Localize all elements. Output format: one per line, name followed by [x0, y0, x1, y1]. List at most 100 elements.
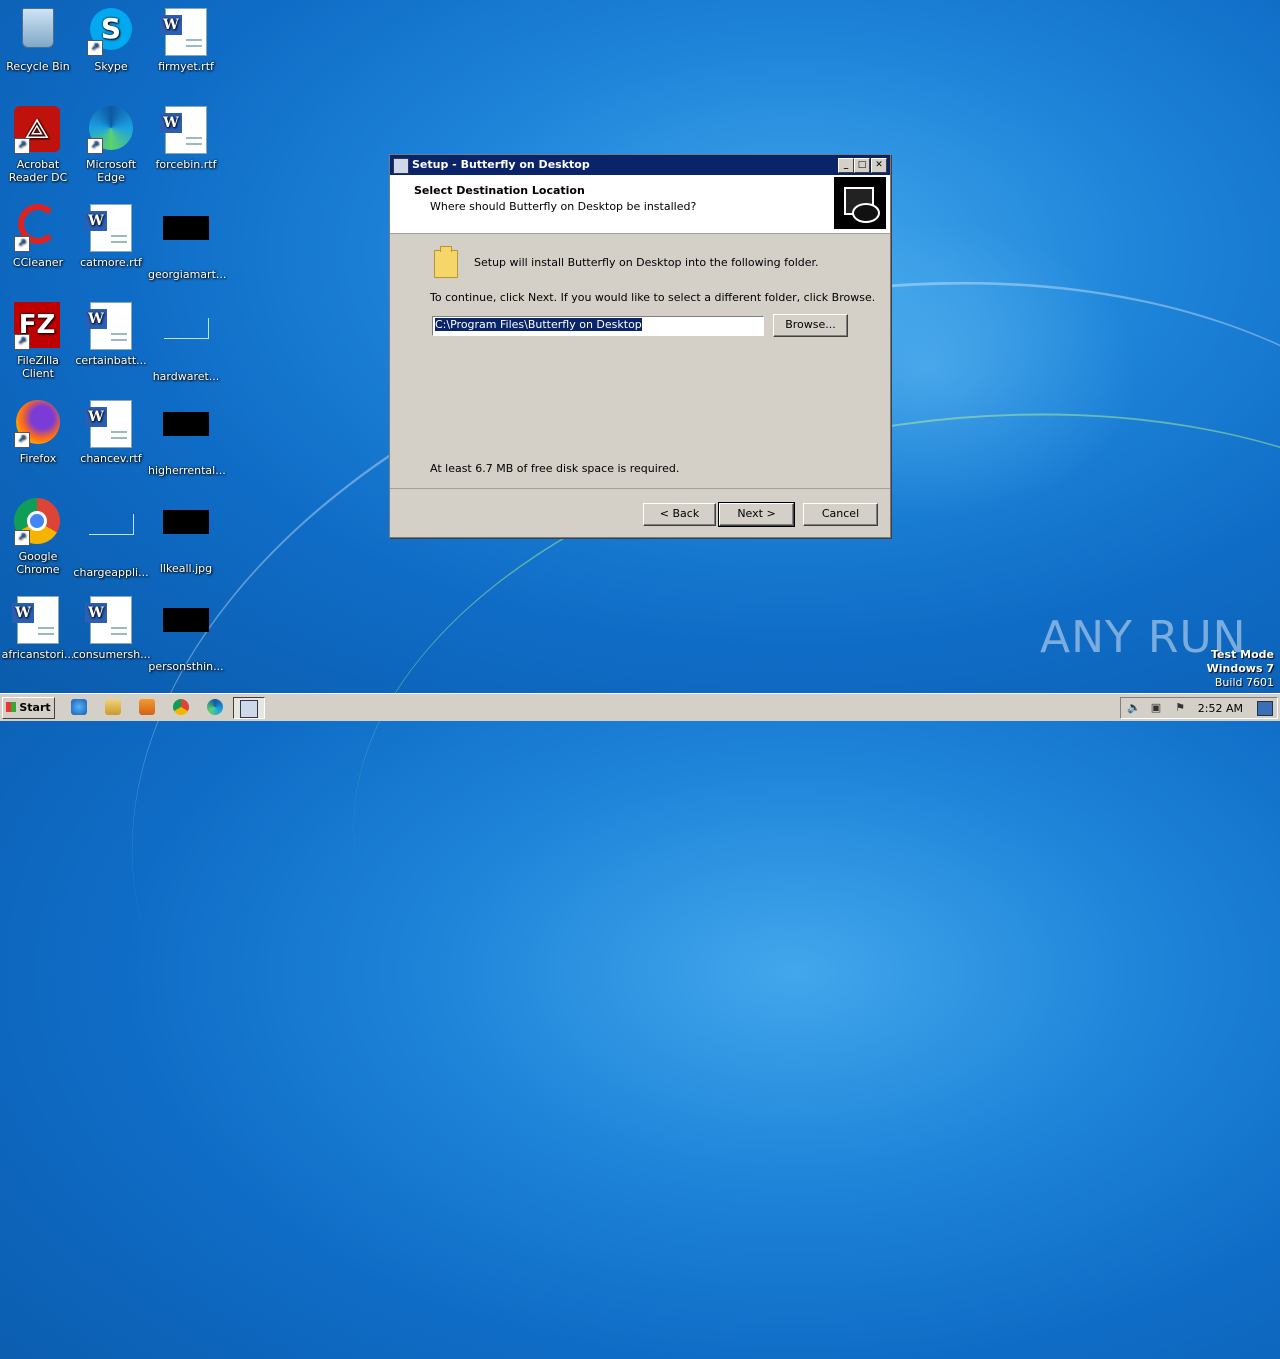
- desktop-icon-label: CCleaner: [12, 256, 64, 269]
- wizard-body: Setup will install Butterfly on Desktop …: [390, 234, 890, 489]
- close-button[interactable]: ✕: [871, 158, 887, 173]
- desktop-icon-certainbatt[interactable]: W certainbatt...: [73, 296, 149, 367]
- firefox-icon: ↗: [14, 400, 62, 448]
- desktop-icon-edge[interactable]: ↗ Microsoft Edge: [73, 100, 149, 184]
- ccleaner-icon: ↗: [14, 204, 62, 252]
- windows-logo-icon: [6, 702, 17, 712]
- desktop-icon-label: Google Chrome: [16, 550, 60, 576]
- chrome-icon: ↗: [14, 498, 62, 546]
- desktop-icon-label: llkeall.jpg: [159, 562, 213, 575]
- desktop-icon-label: hardwaret...: [152, 370, 220, 383]
- desktop-icon-firmyet[interactable]: W firmyet.rtf: [148, 2, 224, 73]
- desktop-icon-label: chargeappli...: [73, 566, 149, 579]
- maximize-button[interactable]: □: [854, 158, 870, 173]
- show-desktop-icon[interactable]: [1257, 701, 1273, 716]
- setup-dialog: Setup - Butterfly on Desktop _ □ ✕ Selec…: [389, 154, 891, 538]
- word-document-icon: W: [85, 400, 135, 448]
- install-info-text: Setup will install Butterfly on Desktop …: [474, 256, 819, 269]
- desktop-icon-label: Microsoft Edge: [85, 158, 137, 184]
- desktop-icon-ccleaner[interactable]: ↗ CCleaner: [0, 198, 76, 269]
- desktop-icon-firefox[interactable]: ↗ Firefox: [0, 394, 76, 465]
- back-button[interactable]: < Back: [643, 503, 716, 526]
- desktop-icon-acrobat[interactable]: ⟁ ↗ Acrobat Reader DC: [0, 100, 76, 184]
- desktop-icon-personsthin[interactable]: personsthin...: [148, 590, 224, 673]
- desktop-icon-filezilla[interactable]: FZ ↗ FileZilla Client: [0, 296, 76, 380]
- desktop-icon-africanstori[interactable]: W africanstori...: [0, 590, 76, 661]
- word-document-icon: W: [85, 302, 135, 350]
- desktop-icon-catmore[interactable]: W catmore.rtf: [73, 198, 149, 269]
- desktop-icon-label: catmore.rtf: [80, 256, 142, 269]
- browse-button[interactable]: Browse...: [773, 314, 848, 337]
- word-document-icon: W: [85, 204, 135, 252]
- redacted-thumbnail-icon: [162, 608, 210, 656]
- action-center-flag-icon[interactable]: ⚑: [1173, 701, 1187, 714]
- desktop-icon-chrome[interactable]: ↗ Google Chrome: [0, 492, 76, 576]
- setup-taskbar-icon: [240, 700, 258, 718]
- destination-path-input[interactable]: C:\Program Files\Butterfly on Desktop: [432, 316, 764, 336]
- desktop-icon-label: Skype: [94, 60, 128, 73]
- dialog-title: Setup - Butterfly on Desktop: [412, 158, 590, 171]
- media-player-icon[interactable]: [139, 699, 155, 715]
- desktop-icon-label: firmyet.rtf: [158, 60, 214, 73]
- desktop-icon-chancev[interactable]: W chancev.rtf: [73, 394, 149, 465]
- edge-icon: ↗: [87, 106, 135, 154]
- start-label: Start: [19, 701, 51, 714]
- filezilla-icon: FZ ↗: [14, 302, 62, 350]
- network-icon[interactable]: ▣: [1149, 701, 1163, 714]
- start-button[interactable]: Start: [2, 697, 55, 719]
- desktop-icon-forcebin[interactable]: W forcebin.rtf: [148, 100, 224, 171]
- desktop-icon-chargeappli[interactable]: chargeappli...: [73, 492, 149, 579]
- wizard-subheading: Where should Butterfly on Desktop be ins…: [430, 200, 697, 213]
- clock[interactable]: 2:52 AM: [1198, 702, 1243, 715]
- system-tray: 🔈 ▣ ⚑ 2:52 AM: [1120, 697, 1278, 719]
- destination-path-value: C:\Program Files\Butterfly on Desktop: [435, 318, 642, 331]
- wizard-heading: Select Destination Location: [414, 184, 585, 197]
- desktop-icon-hardwaret[interactable]: hardwaret...: [148, 296, 224, 383]
- minimize-button[interactable]: _: [838, 158, 854, 173]
- redacted-thumbnail-icon: [162, 216, 210, 264]
- edge-taskbar-icon[interactable]: [207, 699, 223, 715]
- dialog-titlebar[interactable]: Setup - Butterfly on Desktop _ □ ✕: [390, 155, 890, 175]
- word-document-icon: W: [12, 596, 62, 644]
- desktop-icon-higherrental[interactable]: higherrental...: [148, 394, 226, 477]
- redacted-thumbnail-icon: [162, 510, 210, 558]
- word-document-icon: W: [85, 596, 135, 644]
- disk-space-text: At least 6.7 MB of free disk space is re…: [430, 462, 680, 475]
- desktop-icon-label: consumersh...: [73, 648, 151, 661]
- test-mode-info: Test Mode Windows 7 Build 7601: [1207, 648, 1274, 690]
- desktop-icon-label: Recycle Bin: [6, 60, 70, 73]
- desktop-icon-label: chancev.rtf: [80, 452, 142, 465]
- test-mode-label: Test Mode: [1211, 648, 1274, 661]
- windows-version-label: Windows 7: [1206, 662, 1274, 675]
- desktop-icon-label: Acrobat Reader DC: [8, 158, 68, 184]
- cancel-button[interactable]: Cancel: [803, 503, 878, 526]
- blank-file-icon: [87, 514, 135, 562]
- desktop-icon-label: Firefox: [19, 452, 57, 465]
- internet-explorer-icon[interactable]: [71, 699, 87, 715]
- desktop-icon-label: personsthin...: [148, 660, 224, 673]
- desktop-icon-skype[interactable]: S ↗ Skype: [73, 2, 149, 73]
- desktop-icon-recycle-bin[interactable]: Recycle Bin: [0, 2, 76, 73]
- desktop-icon-label: africanstori...: [1, 648, 75, 661]
- word-document-icon: W: [160, 106, 210, 154]
- desktop-icon-label: georgiamart...: [148, 268, 227, 281]
- chrome-taskbar-icon[interactable]: [173, 699, 189, 715]
- desktop-icon-llkeall[interactable]: llkeall.jpg: [148, 492, 224, 575]
- file-explorer-icon[interactable]: [105, 699, 121, 715]
- wizard-header: Select Destination Location Where should…: [390, 175, 890, 234]
- desktop-icon-label: certainbatt...: [75, 354, 147, 367]
- build-label: Build 7601: [1214, 676, 1274, 689]
- taskbar-setup-window[interactable]: [233, 697, 265, 719]
- setup-app-icon: [393, 158, 409, 174]
- desktop-icon-georgiamart[interactable]: georgiamart...: [148, 198, 227, 281]
- recycle-bin-icon: [14, 8, 62, 56]
- volume-icon[interactable]: 🔈: [1127, 701, 1141, 714]
- instruction-text: To continue, click Next. If you would li…: [430, 291, 876, 304]
- acrobat-icon: ⟁ ↗: [14, 106, 62, 154]
- skype-icon: S ↗: [87, 8, 135, 56]
- next-button[interactable]: Next >: [718, 502, 795, 527]
- wizard-installer-icon: [834, 177, 886, 229]
- desktop-icon-label: higherrental...: [148, 464, 226, 477]
- taskbar: Start 🔈 ▣ ⚑ 2:52 AM: [0, 693, 1280, 721]
- desktop-icon-consumersh[interactable]: W consumersh...: [73, 590, 151, 661]
